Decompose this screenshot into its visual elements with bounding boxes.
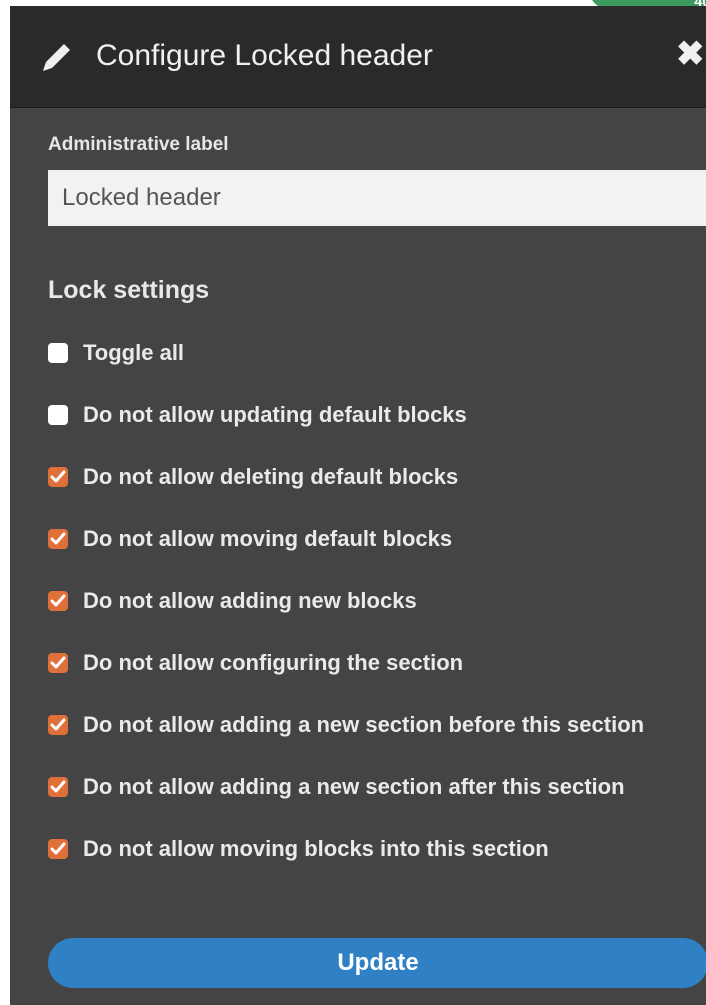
option-toggle-all[interactable]: Toggle all xyxy=(48,338,184,368)
option-label: Do not allow moving default blocks xyxy=(83,526,453,551)
check-icon xyxy=(50,842,66,855)
checkbox[interactable] xyxy=(48,467,68,487)
check-icon xyxy=(50,532,66,545)
option-no-deleting-default-blocks[interactable]: Do not allow deleting default blocks xyxy=(48,462,458,492)
option-label: Do not allow moving blocks into this sec… xyxy=(83,836,549,861)
option-no-adding-new-blocks[interactable]: Do not allow adding new blocks xyxy=(48,586,417,616)
check-icon xyxy=(50,656,66,669)
option-label: Toggle all xyxy=(83,340,185,365)
administrative-label-input[interactable] xyxy=(48,170,706,226)
check-icon xyxy=(50,594,66,607)
administrative-label-label: Administrative label xyxy=(48,134,229,155)
option-no-moving-default-blocks[interactable]: Do not allow moving default blocks xyxy=(48,524,452,554)
update-button[interactable]: Update xyxy=(48,938,706,988)
option-label: Do not allow adding new blocks xyxy=(83,588,417,613)
pencil-icon xyxy=(40,40,74,74)
toggle-all-checkbox[interactable] xyxy=(48,343,68,363)
option-no-adding-section-after[interactable]: Do not allow adding a new section after … xyxy=(48,772,625,802)
checkbox[interactable] xyxy=(48,591,68,611)
close-icon[interactable]: ✖ xyxy=(676,34,706,74)
checkbox[interactable] xyxy=(48,777,68,797)
checkbox[interactable] xyxy=(48,715,68,735)
option-label: Do not allow adding a new section before… xyxy=(83,712,645,737)
option-no-updating-default-blocks[interactable]: Do not allow updating default blocks xyxy=(48,400,467,430)
check-icon xyxy=(50,780,66,793)
checkbox[interactable] xyxy=(48,839,68,859)
option-no-moving-blocks-into-section[interactable]: Do not allow moving blocks into this sec… xyxy=(48,834,549,864)
check-icon xyxy=(50,718,66,731)
checkbox[interactable] xyxy=(48,529,68,549)
checkbox[interactable] xyxy=(48,405,68,425)
configure-dialog: Configure Locked header ✖ Administrative… xyxy=(10,6,706,1005)
option-label: Do not allow adding a new section after … xyxy=(83,774,625,799)
option-label: Do not allow updating default blocks xyxy=(83,402,467,427)
option-label: Do not allow configuring the section xyxy=(83,650,464,675)
checkbox[interactable] xyxy=(48,653,68,673)
option-label: Do not allow deleting default blocks xyxy=(83,464,459,489)
dialog-titlebar: Configure Locked header ✖ xyxy=(10,6,706,108)
check-icon xyxy=(50,470,66,483)
dialog-title: Configure Locked header xyxy=(96,39,433,72)
option-no-configuring-section[interactable]: Do not allow configuring the section xyxy=(48,648,463,678)
option-no-adding-section-before[interactable]: Do not allow adding a new section before… xyxy=(48,710,644,740)
lock-settings-heading: Lock settings xyxy=(48,276,210,304)
